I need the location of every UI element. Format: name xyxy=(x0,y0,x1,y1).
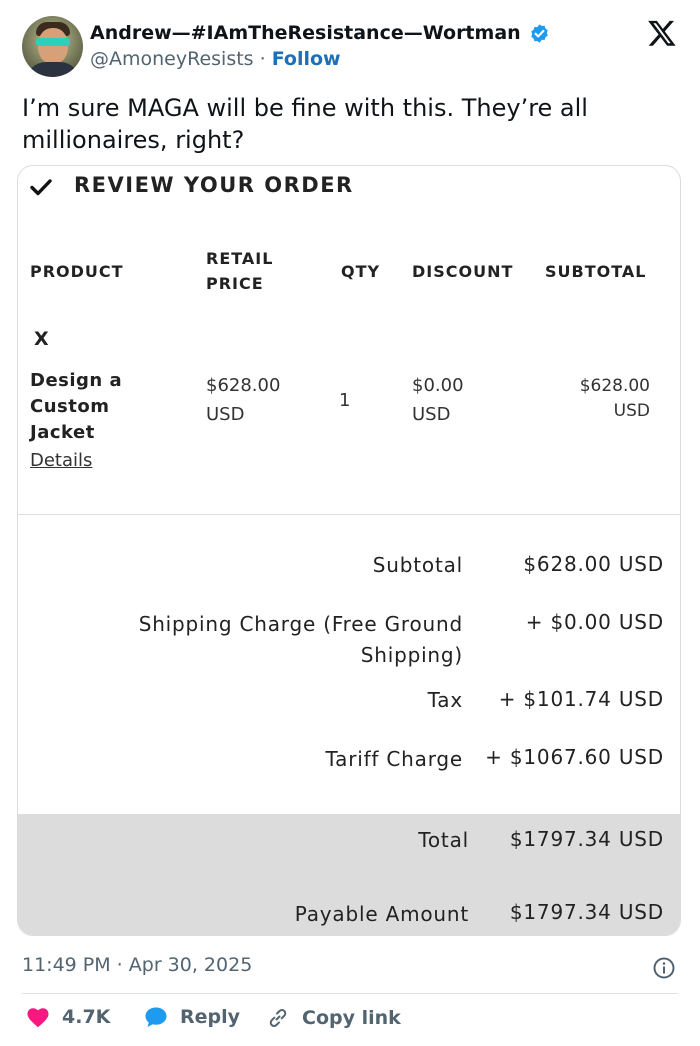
link-icon xyxy=(269,1009,287,1027)
product-name: Design a Custom Jacket xyxy=(30,368,122,446)
column-product: PRODUCT xyxy=(30,262,124,281)
info-icon[interactable] xyxy=(652,956,676,980)
product-name-line2: Custom xyxy=(30,396,110,417)
footer-divider xyxy=(22,993,678,994)
copy-link-label: Copy link xyxy=(302,1007,401,1029)
divider xyxy=(18,514,680,515)
total-value: $1797.34 USD xyxy=(509,827,664,851)
like-button[interactable]: 4.7K xyxy=(26,1006,110,1028)
display-name[interactable]: Andrew—#IAmTheResistance—Wortman xyxy=(90,22,521,44)
column-retail-price-line1: RETAIL xyxy=(206,249,274,268)
line-subtotal: $628.00 USD xyxy=(580,374,650,424)
payable-value: $1797.34 USD xyxy=(509,900,664,924)
summary-subtotal-label: Subtotal xyxy=(372,553,463,577)
summary-tax-value: + $101.74 USD xyxy=(498,687,664,711)
details-link[interactable]: Details xyxy=(30,450,92,471)
summary-tariff-value: + $1067.60 USD xyxy=(485,745,664,769)
remove-item-button[interactable]: X xyxy=(34,328,49,350)
discount: $0.00 USD xyxy=(412,371,464,429)
retail-price: $628.00 USD xyxy=(206,371,280,429)
line-subtotal-currency: USD xyxy=(613,401,650,421)
avatar-sunglasses xyxy=(36,38,70,46)
review-order-heading: REVIEW YOUR ORDER xyxy=(74,173,354,197)
total-label: Total xyxy=(418,828,469,852)
column-retail-price-line2: PRICE xyxy=(206,274,264,293)
reply-label: Reply xyxy=(180,1006,241,1028)
tweet-text: I’m sure MAGA will be fine with this. Th… xyxy=(22,94,588,154)
product-name-line1: Design a xyxy=(30,370,123,391)
retail-price-currency: USD xyxy=(206,404,245,425)
reply-button[interactable]: Reply xyxy=(144,1006,240,1028)
payable-label: Payable Amount xyxy=(294,902,469,926)
avatar-shirt xyxy=(26,62,80,77)
summary-shipping-label-line2: Shipping) xyxy=(360,643,463,667)
summary-tax-label: Tax xyxy=(427,688,463,712)
line-subtotal-amount: $628.00 xyxy=(579,376,650,396)
x-logo-icon[interactable] xyxy=(647,18,677,48)
follow-button[interactable]: Follow xyxy=(272,48,341,70)
order-screenshot-card[interactable]: REVIEW YOUR ORDER PRODUCT RETAIL PRICE Q… xyxy=(17,165,681,936)
timestamp[interactable]: 11:49 PM · Apr 30, 2025 xyxy=(22,954,252,976)
handle[interactable]: @AmoneyResists xyxy=(90,48,254,70)
summary-shipping-value: + $0.00 USD xyxy=(525,610,664,634)
like-count: 4.7K xyxy=(62,1006,111,1028)
summary-subtotal-value: $628.00 USD xyxy=(523,552,664,576)
column-qty: QTY xyxy=(341,262,381,281)
discount-currency: USD xyxy=(412,404,451,425)
handle-row: @AmoneyResists · Follow xyxy=(90,48,341,70)
reply-bubble-icon xyxy=(145,1007,167,1027)
avatar-face xyxy=(38,28,68,64)
avatar[interactable] xyxy=(22,16,83,77)
summary-tariff-label: Tariff Charge xyxy=(325,747,463,771)
column-discount: DISCOUNT xyxy=(412,262,514,281)
summary-shipping-label: Shipping Charge (Free Ground Shipping) xyxy=(139,609,463,671)
check-icon xyxy=(30,179,52,196)
quantity: 1 xyxy=(339,390,351,411)
summary-shipping-label-line1: Shipping Charge (Free Ground xyxy=(138,612,463,636)
retail-price-amount: $628.00 xyxy=(206,375,281,396)
column-subtotal: SUBTOTAL xyxy=(545,262,647,281)
separator: · xyxy=(259,48,266,70)
heart-icon xyxy=(27,1008,49,1028)
product-name-line3: Jacket xyxy=(30,422,95,443)
verified-badge-icon xyxy=(531,24,548,43)
copy-link-button[interactable]: Copy link xyxy=(266,1006,401,1030)
column-retail-price: RETAIL PRICE xyxy=(206,246,273,296)
discount-amount: $0.00 xyxy=(412,375,464,396)
